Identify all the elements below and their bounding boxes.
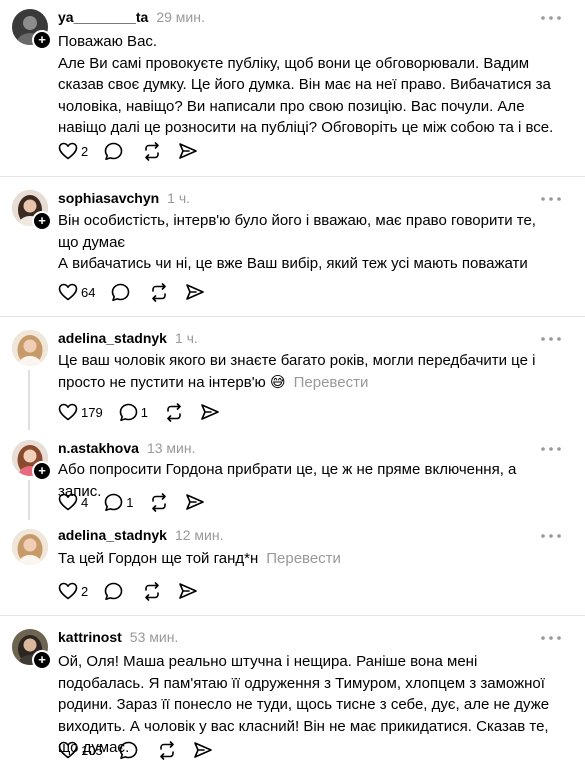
speech-bubble-icon [104, 493, 123, 511]
timestamp[interactable]: 12 мин. [175, 527, 224, 543]
send-icon [186, 284, 205, 300]
comment-0: + ya________ta 29 мин. Поважаю Вас. Але … [0, 0, 585, 177]
more-dots-icon[interactable] [539, 331, 563, 347]
repost-icon [145, 581, 160, 601]
username[interactable]: adelina_stadnyk [58, 330, 167, 346]
more-dots-icon[interactable] [539, 10, 563, 26]
like-button[interactable]: 179 [58, 403, 103, 421]
speech-bubble-icon [119, 741, 138, 759]
repost-button[interactable] [142, 581, 162, 601]
more-dots-icon[interactable] [539, 630, 563, 646]
comment-text: Та цей Гордон ще той ганд*н Перевести [58, 548, 558, 570]
reply-button[interactable]: 1 [104, 493, 133, 512]
repost-icon [152, 492, 167, 512]
timestamp[interactable]: 29 мин. [156, 9, 205, 25]
follow-plus-icon[interactable]: + [32, 211, 52, 231]
comment-line: Він особистість, інтерв'ю було його і вв… [58, 212, 536, 251]
username[interactable]: ya________ta [58, 9, 148, 25]
like-count: 179 [81, 404, 103, 420]
reply-count: 1 [126, 494, 134, 510]
send-icon [179, 583, 198, 599]
follow-plus-icon[interactable]: + [32, 650, 52, 670]
timestamp[interactable]: 1 ч. [175, 330, 198, 346]
avatar[interactable] [12, 330, 48, 366]
like-count: 4 [81, 494, 89, 510]
like-count: 2 [81, 143, 89, 159]
more-dots-icon[interactable] [539, 528, 563, 544]
comment-2: adelina_stadnyk 1 ч. Це ваш чоловік яког… [0, 317, 585, 435]
comment-3: + n.astakhova 13 мин. Або попросити Горд… [0, 435, 585, 520]
more-dots-icon[interactable] [539, 191, 563, 207]
like-button[interactable]: 2 [58, 582, 88, 600]
heart-icon [58, 283, 78, 301]
timestamp[interactable]: 13 мин. [147, 440, 196, 456]
comment-5: + kattrinost 53 мин. Ой, Оля! Маша реаль… [0, 616, 585, 768]
reply-button[interactable]: 1 [119, 403, 148, 422]
reply-button[interactable] [111, 283, 133, 302]
comment-line: Поважаю Вас. [58, 33, 158, 50]
send-icon [193, 742, 212, 758]
follow-plus-icon[interactable]: + [32, 461, 52, 481]
like-count: 105 [81, 742, 103, 758]
repost-icon [159, 740, 174, 760]
repost-button[interactable] [149, 492, 169, 512]
like-count: 2 [81, 583, 89, 599]
share-button[interactable] [178, 142, 198, 160]
heart-icon [58, 142, 78, 160]
heart-icon [58, 741, 78, 759]
comment-1: + sophiasavchyn 1 ч. Він особистість, ін… [0, 177, 585, 317]
comment-4: adelina_stadnyk 12 мин. Та цей Гордон ще… [0, 520, 585, 616]
heart-icon [58, 493, 78, 511]
like-button[interactable]: 4 [58, 493, 88, 511]
follow-plus-icon[interactable]: + [32, 30, 52, 50]
repost-icon [167, 402, 181, 422]
timestamp[interactable]: 1 ч. [167, 190, 190, 206]
username[interactable]: sophiasavchyn [58, 190, 159, 206]
comment-text: Це ваш чоловік якого ви знаєте багато ро… [58, 350, 558, 393]
share-button[interactable] [193, 741, 213, 759]
translate-link[interactable]: Перевести [266, 550, 341, 567]
share-button[interactable] [185, 283, 205, 301]
reply-button[interactable] [104, 582, 126, 601]
reply-count: 1 [140, 404, 148, 420]
send-icon [201, 404, 219, 420]
send-icon [179, 143, 198, 159]
timestamp[interactable]: 53 мин. [130, 629, 179, 645]
repost-icon [152, 282, 167, 302]
speech-bubble-icon [119, 403, 138, 421]
repost-button[interactable] [164, 402, 184, 422]
username[interactable]: n.astakhova [58, 440, 139, 456]
reply-button[interactable] [119, 741, 141, 760]
username[interactable]: kattrinost [58, 629, 122, 645]
like-button[interactable]: 2 [58, 142, 88, 160]
repost-button[interactable] [142, 141, 162, 161]
comment-line: А вибачатись чи ні, це вже Ваш вибір, як… [58, 255, 528, 273]
share-button[interactable] [178, 582, 198, 600]
send-icon [186, 494, 205, 510]
share-button[interactable] [185, 493, 205, 511]
like-button[interactable]: 105 [58, 741, 103, 759]
comment-line: Але Ви самі провокуєте публіку, щоб вони… [58, 54, 554, 137]
comment-text: Він особистість, інтерв'ю було його і вв… [58, 210, 558, 275]
speech-bubble-icon [112, 283, 130, 301]
like-count: 64 [81, 284, 96, 300]
translate-link[interactable]: Перевести [294, 374, 369, 391]
speech-bubble-icon [104, 142, 123, 160]
heart-icon [58, 582, 78, 600]
repost-button[interactable] [157, 740, 177, 760]
reply-button[interactable] [104, 142, 126, 161]
heart-icon [58, 403, 78, 421]
avatar[interactable] [12, 529, 48, 565]
more-dots-icon[interactable] [539, 441, 563, 457]
repost-icon [145, 141, 160, 161]
repost-button[interactable] [149, 282, 169, 302]
speech-bubble-icon [104, 582, 123, 600]
username[interactable]: adelina_stadnyk [58, 527, 167, 543]
comment-line: Та цей Гордон ще той ганд*н [58, 550, 259, 567]
comment-text: Поважаю Вас. Але Ви самі провокуєте публ… [58, 31, 558, 139]
share-button[interactable] [200, 403, 220, 421]
like-button[interactable]: 64 [58, 283, 95, 301]
